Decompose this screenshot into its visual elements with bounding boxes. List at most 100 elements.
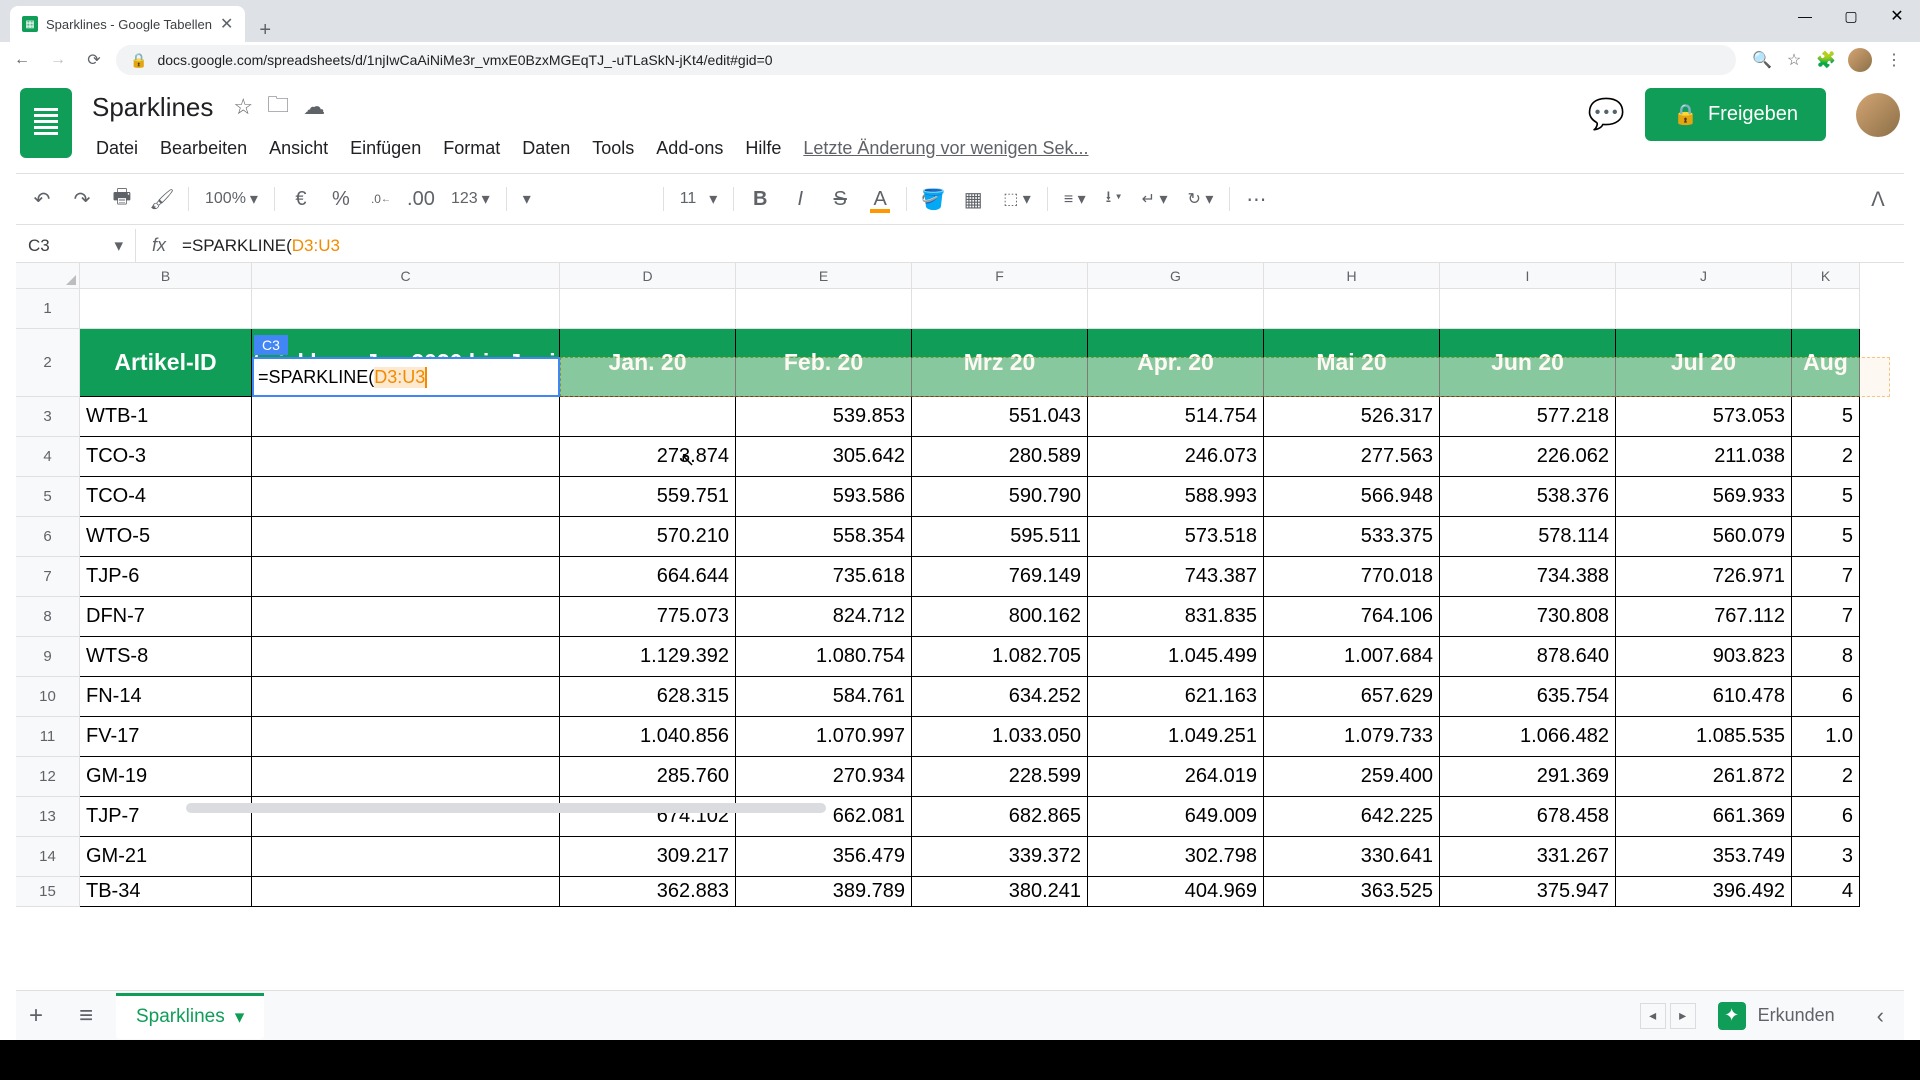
cell[interactable]: 1.045.499	[1088, 637, 1264, 677]
cell[interactable]: 578.114	[1440, 517, 1616, 557]
cell[interactable]	[252, 597, 560, 637]
cell[interactable]: 621.163	[1088, 677, 1264, 717]
sheet-tab-menu-icon[interactable]: ▾	[235, 1006, 245, 1029]
row-header-14[interactable]: 14	[16, 837, 80, 877]
address-bar[interactable]: 🔒 docs.google.com/spreadsheets/d/1njIwCa…	[116, 45, 1736, 75]
vertical-align-button[interactable]: ⭳ ▾	[1098, 186, 1130, 213]
cell[interactable]	[1792, 289, 1860, 329]
cell[interactable]: 6	[1792, 677, 1860, 717]
browser-tab[interactable]: ▦ Sparklines - Google Tabellen ✕	[10, 6, 245, 42]
row-header-15[interactable]: 15	[16, 877, 80, 907]
cell[interactable]: 277.563	[1264, 437, 1440, 477]
cell[interactable]: 305.642	[736, 437, 912, 477]
close-tab-icon[interactable]: ✕	[220, 14, 233, 34]
cell[interactable]: 764.106	[1264, 597, 1440, 637]
cell[interactable]: 7	[1792, 557, 1860, 597]
header-cell[interactable]: Aug	[1792, 329, 1860, 397]
row-header-8[interactable]: 8	[16, 597, 80, 637]
horizontal-scrollbar[interactable]	[186, 803, 826, 813]
header-cell[interactable]: Mai 20	[1264, 329, 1440, 397]
row-header-13[interactable]: 13	[16, 797, 80, 837]
cell[interactable]: 595.511	[912, 517, 1088, 557]
cell[interactable]	[1616, 289, 1792, 329]
cell[interactable]: 559.751	[560, 477, 736, 517]
cell[interactable]: 775.073	[560, 597, 736, 637]
cell[interactable]: 356.479	[736, 837, 912, 877]
menu-datei[interactable]: Datei	[86, 134, 148, 163]
cell[interactable]: 664.644	[560, 557, 736, 597]
cell[interactable]: 570.210	[560, 517, 736, 557]
cell[interactable]: 1.049.251	[1088, 717, 1264, 757]
cell[interactable]: DFN-7	[80, 597, 252, 637]
cell[interactable]: WTB-1	[80, 397, 252, 437]
col-header-I[interactable]: I	[1440, 263, 1616, 289]
cell[interactable]: 228.599	[912, 757, 1088, 797]
cell[interactable]: 362.883	[560, 877, 736, 907]
cell[interactable]	[1264, 289, 1440, 329]
cell[interactable]: 246.073	[1088, 437, 1264, 477]
cell[interactable]: 1.040.856	[560, 717, 736, 757]
cell[interactable]: FN-14	[80, 677, 252, 717]
cell[interactable]: 538.376	[1440, 477, 1616, 517]
cell[interactable]: WTS-8	[80, 637, 252, 677]
cell[interactable]: 800.162	[912, 597, 1088, 637]
cell[interactable]: 735.618	[736, 557, 912, 597]
explore-button[interactable]: Erkunden	[1758, 1005, 1835, 1026]
browser-menu-icon[interactable]: ⋮	[1884, 50, 1904, 70]
cell[interactable]: 560.079	[1616, 517, 1792, 557]
cell[interactable]	[80, 289, 252, 329]
row-header-5[interactable]: 5	[16, 477, 80, 517]
sheets-logo[interactable]	[20, 88, 72, 158]
cell[interactable]: 8	[1792, 637, 1860, 677]
cell[interactable]: 5	[1792, 517, 1860, 557]
cell[interactable]: 259.400	[1264, 757, 1440, 797]
menu-daten[interactable]: Daten	[512, 134, 580, 163]
back-button[interactable]: ←	[8, 46, 36, 74]
cell[interactable]: 657.629	[1264, 677, 1440, 717]
cell[interactable]: 1.085.535	[1616, 717, 1792, 757]
cell[interactable]: 634.252	[912, 677, 1088, 717]
move-icon[interactable]: 🗀	[267, 88, 289, 126]
cell[interactable]: 389.789	[736, 877, 912, 907]
cell[interactable]: 330.641	[1264, 837, 1440, 877]
cell[interactable]: 380.241	[912, 877, 1088, 907]
cell[interactable]	[252, 477, 560, 517]
col-header-G[interactable]: G	[1088, 263, 1264, 289]
cell[interactable]	[252, 437, 560, 477]
share-button[interactable]: 🔒 Freigeben	[1645, 88, 1826, 141]
last-edit-link[interactable]: Letzte Änderung vor wenigen Sek...	[793, 134, 1098, 163]
cell[interactable]: WTO-5	[80, 517, 252, 557]
row-header-12[interactable]: 12	[16, 757, 80, 797]
fill-color-button[interactable]: 🪣	[915, 181, 951, 217]
cell[interactable]: 743.387	[1088, 557, 1264, 597]
cell[interactable]: 661.369	[1616, 797, 1792, 837]
maximize-button[interactable]: ▢	[1828, 0, 1874, 32]
cell[interactable]: 824.712	[736, 597, 912, 637]
header-cell[interactable]: Mrz 20	[912, 329, 1088, 397]
cell[interactable]: 730.808	[1440, 597, 1616, 637]
row-header-11[interactable]: 11	[16, 717, 80, 757]
cell[interactable]: TCO-3	[80, 437, 252, 477]
row-header-6[interactable]: 6	[16, 517, 80, 557]
cell[interactable]: 649.009	[1088, 797, 1264, 837]
collapse-toolbar-button[interactable]: ᐱ	[1860, 181, 1896, 217]
cell[interactable]: 375.947	[1440, 877, 1616, 907]
row-header-3[interactable]: 3	[16, 397, 80, 437]
cell[interactable]: 526.317	[1264, 397, 1440, 437]
cell[interactable]: 1.066.482	[1440, 717, 1616, 757]
cell[interactable]: 514.754	[1088, 397, 1264, 437]
cell[interactable]	[252, 397, 560, 437]
cell[interactable]: 566.948	[1264, 477, 1440, 517]
cell[interactable]: 1.033.050	[912, 717, 1088, 757]
cell[interactable]: 573.518	[1088, 517, 1264, 557]
col-header-F[interactable]: F	[912, 263, 1088, 289]
cell[interactable]: 1.080.754	[736, 637, 912, 677]
col-header-B[interactable]: B	[80, 263, 252, 289]
cell[interactable]: 2	[1792, 437, 1860, 477]
formula-bar[interactable]: =SPARKLINE(D3:U3	[182, 236, 1904, 256]
cell[interactable]: 285.760	[560, 757, 736, 797]
row-header-1[interactable]: 1	[16, 289, 80, 329]
account-avatar[interactable]	[1856, 93, 1900, 137]
sheet-tab-sparklines[interactable]: Sparklines ▾	[116, 993, 264, 1039]
profile-avatar-small[interactable]	[1848, 48, 1872, 72]
